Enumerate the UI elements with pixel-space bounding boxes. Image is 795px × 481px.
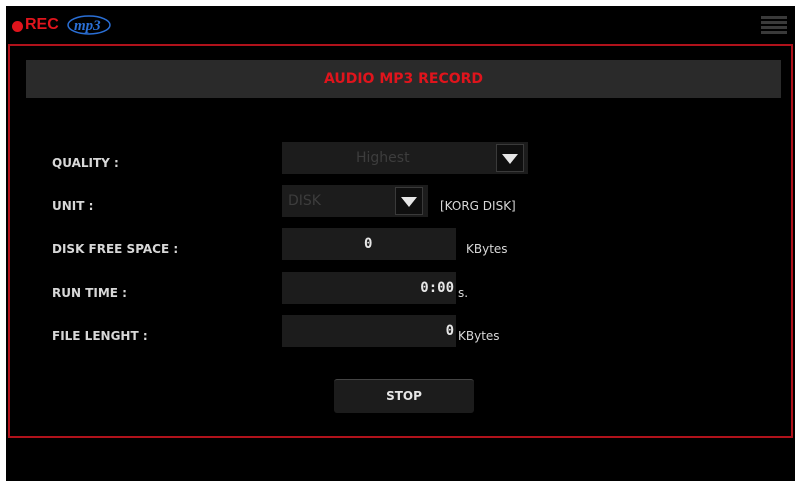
unit-note: [KORG DISK] [440,199,516,213]
quality-label: QUALITY : [52,156,119,170]
chevron-down-icon[interactable] [496,144,524,172]
top-bar: REC mp3 [6,6,795,44]
chevron-down-icon[interactable] [395,187,423,215]
file-length-unit: KBytes [458,329,500,343]
file-length-value: 0 [445,323,454,339]
disk-free-space-field: 0 [282,228,456,260]
disk-free-space-label: DISK FREE SPACE : [52,242,179,256]
disk-free-space-value: 0 [364,236,373,252]
run-time-field: 0:00 [282,272,456,304]
record-panel: AUDIO MP3 RECORD QUALITY : Highest UNIT … [8,44,793,438]
stop-button[interactable]: STOP [334,379,474,413]
unit-value: DISK [288,193,321,209]
file-length-label: FILE LENGHT : [52,329,148,343]
mp3-logo-text: mp3 [74,18,101,34]
run-time-label: RUN TIME : [52,286,127,300]
mp3-logo: mp3 [65,14,125,36]
panel-title: AUDIO MP3 RECORD [26,60,781,98]
quality-value: Highest [356,150,410,166]
hamburger-menu-icon[interactable] [761,16,787,34]
unit-dropdown[interactable]: DISK [282,185,428,217]
file-length-field: 0 [282,315,456,347]
run-time-value: 0:00 [420,280,454,296]
quality-dropdown[interactable]: Highest [282,142,528,174]
disk-free-space-unit: KBytes [466,242,508,256]
screen: REC mp3 AUDIO MP3 RECORD QUALITY : Highe… [6,6,795,481]
run-time-unit: s. [458,286,469,300]
rec-label: REC [25,16,59,33]
record-dot-icon [12,21,23,32]
unit-label: UNIT : [52,199,94,213]
